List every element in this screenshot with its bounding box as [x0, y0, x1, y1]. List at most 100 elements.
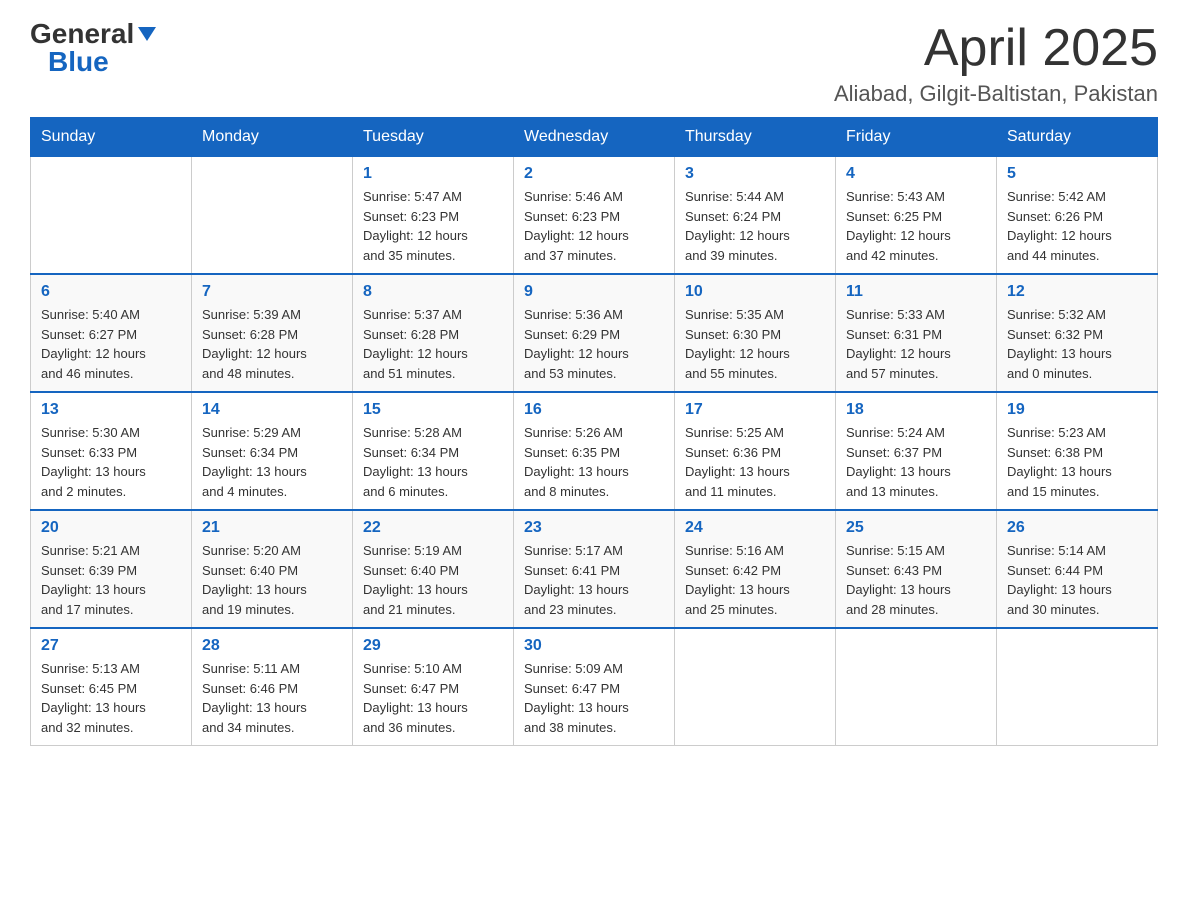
calendar-cell: 21Sunrise: 5:20 AMSunset: 6:40 PMDayligh… [192, 510, 353, 628]
day-number: 2 [524, 165, 664, 183]
month-title: April 2025 [834, 20, 1158, 77]
calendar-cell: 29 Sunrise: 5:10 AMSunset: 6:47 PMDayligh… [353, 628, 514, 746]
calendar-cell: 10 Sunrise: 5:35 AMSunset: 6:30 PMDayligh… [675, 274, 836, 392]
calendar-week-row: 6 Sunrise: 5:40 AMSunset: 6:27 PMDaylight… [31, 274, 1158, 392]
calendar-cell: 17 Sunrise: 5:25 AMSunset: 6:36 PMDayligh… [675, 392, 836, 510]
calendar-cell: 9Sunrise: 5:36 AMSunset: 6:29 PMDaylight… [514, 274, 675, 392]
calendar-cell: 24 Sunrise: 5:16 AMSunset: 6:42 PMDayligh… [675, 510, 836, 628]
day-info: Sunrise: 5:13 AMSunset: 6:45 PMDaylight:… [41, 659, 181, 737]
day-info: Sunrise: 5:43 AMSunset: 6:25 PMDaylight:… [846, 187, 986, 265]
day-number: 30 [524, 637, 664, 655]
day-number: 18 [846, 401, 986, 419]
calendar-cell: 25Sunrise: 5:15 AMSunset: 6:43 PMDayligh… [836, 510, 997, 628]
calendar-cell: 20 Sunrise: 5:21 AMSunset: 6:39 PMDayligh… [31, 510, 192, 628]
day-number: 16 [524, 401, 664, 419]
day-info: Sunrise: 5:14 AMSunset: 6:44 PMDaylight:… [1007, 541, 1147, 619]
calendar-cell: 27 Sunrise: 5:13 AMSunset: 6:45 PMDayligh… [31, 628, 192, 746]
calendar-header-row: SundayMondayTuesdayWednesdayThursdayFrid… [31, 118, 1158, 157]
day-number: 27 [41, 637, 181, 655]
day-number: 29 [363, 637, 503, 655]
calendar-cell: 4 Sunrise: 5:43 AMSunset: 6:25 PMDaylight… [836, 157, 997, 275]
day-number: 23 [524, 519, 664, 537]
logo: General Blue [30, 20, 156, 76]
day-number: 3 [685, 165, 825, 183]
day-info: Sunrise: 5:37 AMSunset: 6:28 PMDaylight:… [363, 305, 503, 383]
day-info: Sunrise: 5:23 AMSunset: 6:38 PMDaylight:… [1007, 423, 1147, 501]
day-number: 4 [846, 165, 986, 183]
location-title: Aliabad, Gilgit-Baltistan, Pakistan [834, 81, 1158, 107]
calendar-week-row: 1 Sunrise: 5:47 AMSunset: 6:23 PMDaylight… [31, 157, 1158, 275]
day-number: 15 [363, 401, 503, 419]
day-info: Sunrise: 5:35 AMSunset: 6:30 PMDaylight:… [685, 305, 825, 383]
day-info: Sunrise: 5:39 AMSunset: 6:28 PMDaylight:… [202, 305, 342, 383]
calendar-cell: 8 Sunrise: 5:37 AMSunset: 6:28 PMDaylight… [353, 274, 514, 392]
calendar-cell [192, 157, 353, 275]
calendar-cell: 3Sunrise: 5:44 AMSunset: 6:24 PMDaylight… [675, 157, 836, 275]
calendar-cell: 18 Sunrise: 5:24 AMSunset: 6:37 PMDayligh… [836, 392, 997, 510]
day-number: 12 [1007, 283, 1147, 301]
calendar-cell: 11 Sunrise: 5:33 AMSunset: 6:31 PMDayligh… [836, 274, 997, 392]
column-header-monday: Monday [192, 118, 353, 157]
day-number: 28 [202, 637, 342, 655]
day-info: Sunrise: 5:40 AMSunset: 6:27 PMDaylight:… [41, 305, 181, 383]
day-number: 6 [41, 283, 181, 301]
day-info: Sunrise: 5:33 AMSunset: 6:31 PMDaylight:… [846, 305, 986, 383]
day-number: 5 [1007, 165, 1147, 183]
calendar-cell [997, 628, 1158, 746]
calendar-cell: 19Sunrise: 5:23 AMSunset: 6:38 PMDayligh… [997, 392, 1158, 510]
day-info: Sunrise: 5:21 AMSunset: 6:39 PMDaylight:… [41, 541, 181, 619]
day-info: Sunrise: 5:30 AMSunset: 6:33 PMDaylight:… [41, 423, 181, 501]
day-info: Sunrise: 5:46 AMSunset: 6:23 PMDaylight:… [524, 187, 664, 265]
calendar-cell: 14Sunrise: 5:29 AMSunset: 6:34 PMDayligh… [192, 392, 353, 510]
day-info: Sunrise: 5:47 AMSunset: 6:23 PMDaylight:… [363, 187, 503, 265]
calendar-cell: 13 Sunrise: 5:30 AMSunset: 6:33 PMDayligh… [31, 392, 192, 510]
page-header: General Blue April 2025 Aliabad, Gilgit-… [30, 20, 1158, 107]
day-number: 9 [524, 283, 664, 301]
column-header-friday: Friday [836, 118, 997, 157]
logo-blue-text: Blue [48, 48, 109, 76]
logo-general-text: General [30, 20, 134, 48]
day-info: Sunrise: 5:19 AMSunset: 6:40 PMDaylight:… [363, 541, 503, 619]
day-number: 17 [685, 401, 825, 419]
calendar-table: SundayMondayTuesdayWednesdayThursdayFrid… [30, 117, 1158, 746]
calendar-cell [675, 628, 836, 746]
logo-triangle-icon [138, 27, 156, 41]
day-number: 10 [685, 283, 825, 301]
day-info: Sunrise: 5:26 AMSunset: 6:35 PMDaylight:… [524, 423, 664, 501]
day-info: Sunrise: 5:42 AMSunset: 6:26 PMDaylight:… [1007, 187, 1147, 265]
calendar-cell: 30 Sunrise: 5:09 AMSunset: 6:47 PMDayligh… [514, 628, 675, 746]
column-header-tuesday: Tuesday [353, 118, 514, 157]
day-info: Sunrise: 5:25 AMSunset: 6:36 PMDaylight:… [685, 423, 825, 501]
calendar-week-row: 20 Sunrise: 5:21 AMSunset: 6:39 PMDayligh… [31, 510, 1158, 628]
title-block: April 2025 Aliabad, Gilgit-Baltistan, Pa… [834, 20, 1158, 107]
calendar-cell: 5 Sunrise: 5:42 AMSunset: 6:26 PMDaylight… [997, 157, 1158, 275]
day-info: Sunrise: 5:16 AMSunset: 6:42 PMDaylight:… [685, 541, 825, 619]
day-info: Sunrise: 5:28 AMSunset: 6:34 PMDaylight:… [363, 423, 503, 501]
day-number: 20 [41, 519, 181, 537]
day-number: 13 [41, 401, 181, 419]
calendar-cell: 1 Sunrise: 5:47 AMSunset: 6:23 PMDaylight… [353, 157, 514, 275]
day-number: 24 [685, 519, 825, 537]
calendar-cell [31, 157, 192, 275]
day-number: 22 [363, 519, 503, 537]
calendar-cell [836, 628, 997, 746]
day-number: 8 [363, 283, 503, 301]
day-info: Sunrise: 5:32 AMSunset: 6:32 PMDaylight:… [1007, 305, 1147, 383]
day-number: 25 [846, 519, 986, 537]
column-header-wednesday: Wednesday [514, 118, 675, 157]
calendar-cell: 2 Sunrise: 5:46 AMSunset: 6:23 PMDaylight… [514, 157, 675, 275]
day-number: 1 [363, 165, 503, 183]
day-info: Sunrise: 5:29 AMSunset: 6:34 PMDaylight:… [202, 423, 342, 501]
day-info: Sunrise: 5:20 AMSunset: 6:40 PMDaylight:… [202, 541, 342, 619]
day-number: 7 [202, 283, 342, 301]
calendar-cell: 26Sunrise: 5:14 AMSunset: 6:44 PMDayligh… [997, 510, 1158, 628]
calendar-cell: 7 Sunrise: 5:39 AMSunset: 6:28 PMDaylight… [192, 274, 353, 392]
column-header-saturday: Saturday [997, 118, 1158, 157]
calendar-week-row: 27 Sunrise: 5:13 AMSunset: 6:45 PMDayligh… [31, 628, 1158, 746]
day-info: Sunrise: 5:09 AMSunset: 6:47 PMDaylight:… [524, 659, 664, 737]
day-info: Sunrise: 5:24 AMSunset: 6:37 PMDaylight:… [846, 423, 986, 501]
day-number: 11 [846, 283, 986, 301]
column-header-sunday: Sunday [31, 118, 192, 157]
day-info: Sunrise: 5:10 AMSunset: 6:47 PMDaylight:… [363, 659, 503, 737]
calendar-cell: 15 Sunrise: 5:28 AMSunset: 6:34 PMDayligh… [353, 392, 514, 510]
